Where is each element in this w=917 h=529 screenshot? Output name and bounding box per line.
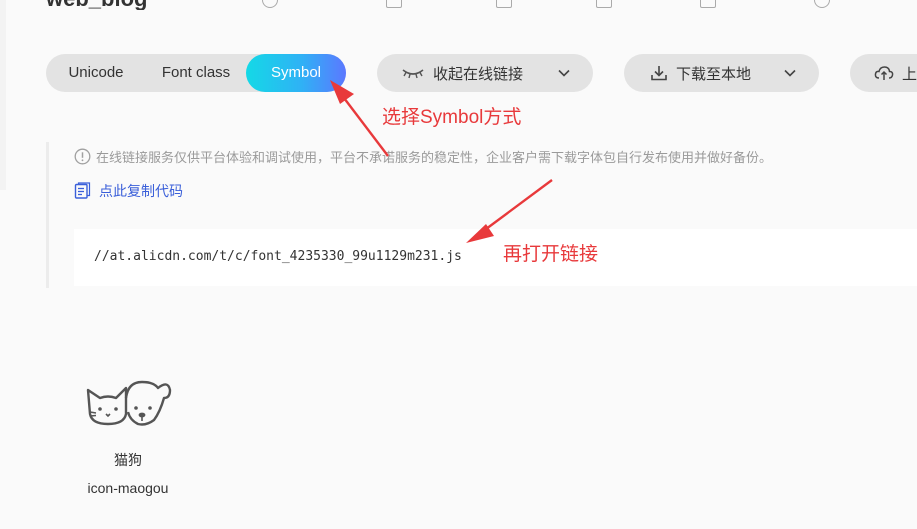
collapse-online-link-label: 收起在线链接 [433,65,524,83]
download-local-button[interactable]: 下载至本地 [624,54,819,92]
copy-document-icon [74,182,91,199]
chevron-down-icon [558,69,570,77]
top-header-strip: web_blog [0,0,917,10]
code-snippet-box[interactable]: //at.alicdn.com/t/c/font_4235330_99u1129… [74,229,917,286]
eye-closed-icon [402,69,424,79]
notice-text: 在线链接服务仅供平台体验和调试使用，平台不承诺服务的稳定性，企业客户需下载字体包… [96,150,773,165]
copy-code-link[interactable]: 点此复制代码 [74,181,183,201]
edit-icon [496,0,512,8]
notice-line: 在线链接服务仅供平台体验和调试使用，平台不承诺服务的稳定性，企业客户需下载字体包… [74,147,772,166]
upload-label: 上 [902,65,917,83]
cloud-upload-icon [874,66,894,80]
font-type-segment: Unicode Font class Symbol [46,54,346,92]
settings-icon [596,0,612,8]
project-title: web_blog [46,0,147,10]
annotation-step2: 再打开链接 [503,244,599,265]
left-divider [0,0,6,190]
cat-dog-icon [86,380,172,426]
copy-code-label: 点此复制代码 [99,183,183,199]
icon-card[interactable]: 猫狗 icon-maogou [78,360,178,500]
download-local-label: 下载至本地 [676,65,752,83]
member-icon [386,0,402,8]
tab-font-class[interactable]: Font class [146,54,246,92]
notice-accent-bar [46,142,49,288]
icon-name: 猫狗 [114,452,142,468]
font-url-code[interactable]: //at.alicdn.com/t/c/font_4235330_99u1129… [94,249,462,264]
icon-class-name: icon-maogou [87,480,169,496]
tab-unicode[interactable]: Unicode [46,54,146,92]
info-icon [814,0,830,8]
annotation-arrow-1 [330,80,389,157]
upload-button[interactable]: 上 [850,54,917,92]
chevron-down-icon [784,69,796,77]
download-icon [651,66,667,81]
tab-symbol[interactable]: Symbol [246,54,346,92]
annotation-step1: 选择Symbol方式 [382,107,522,128]
info-circle-icon [74,148,91,165]
share-icon [700,0,716,8]
help-icon [262,0,278,8]
collapse-online-link-button[interactable]: 收起在线链接 [377,54,593,92]
